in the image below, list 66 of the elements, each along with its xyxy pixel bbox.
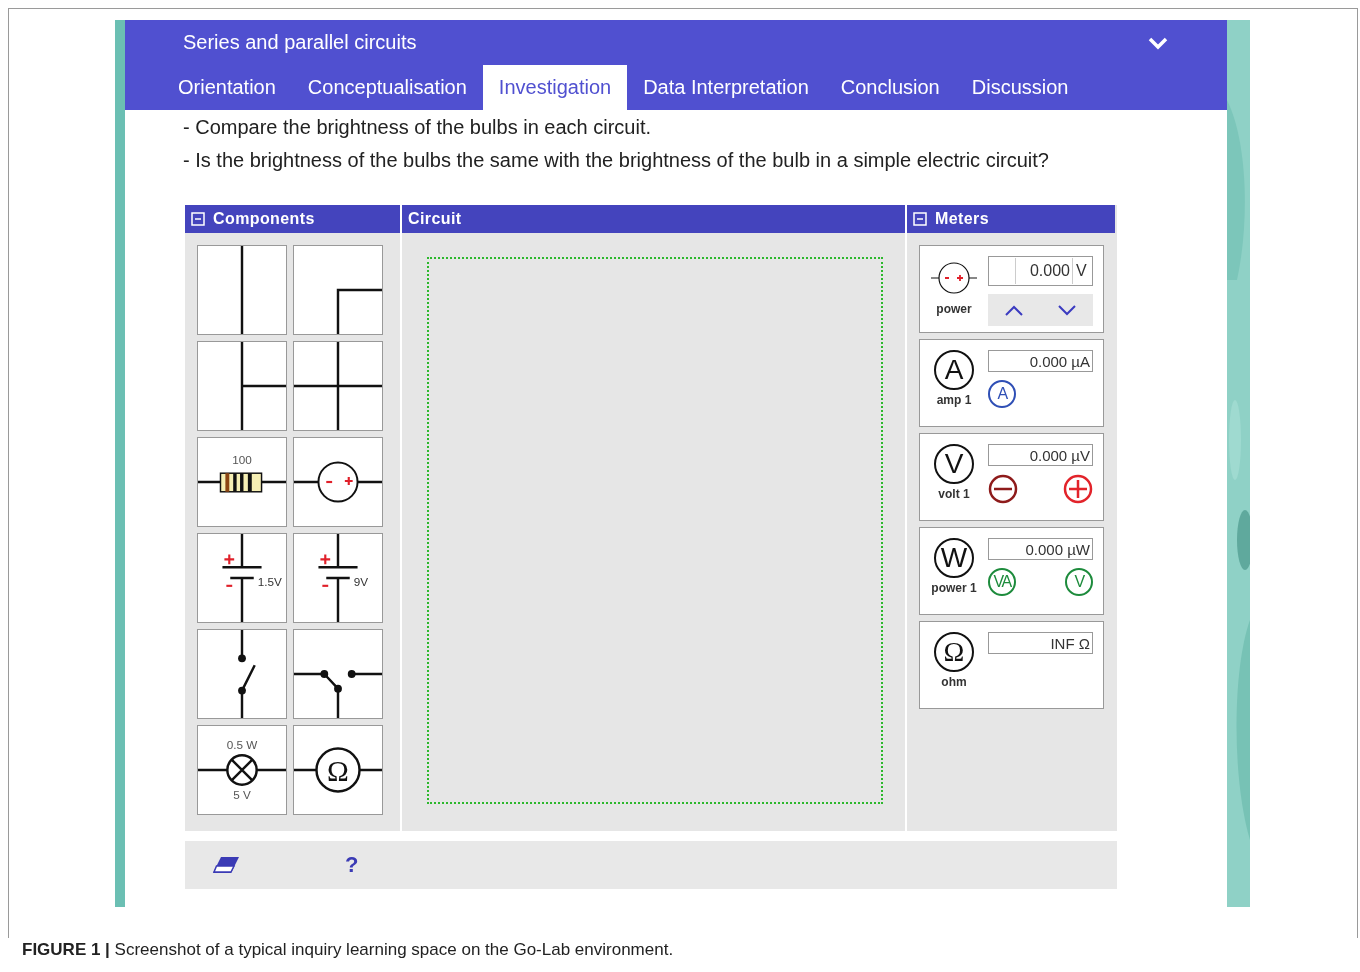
switch-icon bbox=[238, 630, 256, 718]
reading-field: 0.000 µW bbox=[988, 538, 1093, 560]
component-tile[interactable]: 0.5 W 5 V bbox=[197, 725, 287, 815]
meter-label: power 1 bbox=[931, 581, 977, 595]
instruction-text: - Is the brightness of the bulbs the same with the brightness of the bulb in a simple electric circuit? bbox=[183, 149, 1050, 172]
phase-tab[interactable]: Orientation bbox=[162, 65, 292, 110]
component-tile[interactable] bbox=[293, 437, 383, 527]
two-way-switch-icon bbox=[294, 670, 382, 718]
ohm-symbol: Ω bbox=[327, 754, 349, 787]
chevron-down-icon[interactable] bbox=[1147, 35, 1169, 50]
space-title: Series and parallel circuits bbox=[183, 31, 417, 54]
instruction-text: - Compare the brightness of the bulbs in each circuit. bbox=[183, 116, 653, 139]
wire-cross-icon bbox=[294, 342, 382, 430]
eraser-button[interactable] bbox=[212, 856, 240, 874]
meter-label: power bbox=[936, 302, 972, 316]
meter-label: ohm bbox=[941, 675, 967, 689]
reading-field: INF Ω bbox=[988, 632, 1093, 654]
meter-symbol: V bbox=[934, 444, 974, 484]
ohmmeter-icon bbox=[294, 747, 382, 793]
component-tile[interactable]: 100 bbox=[197, 437, 287, 527]
minus-circle-icon[interactable] bbox=[988, 474, 1018, 504]
plus-circle-icon[interactable] bbox=[1063, 474, 1093, 504]
component-tile[interactable] bbox=[293, 245, 383, 335]
wire-junction-icon bbox=[240, 342, 286, 430]
voltage-label: 1.5V bbox=[257, 574, 282, 588]
component-tile[interactable]: 1.5V bbox=[197, 533, 287, 623]
component-tile[interactable]: Ω bbox=[293, 725, 383, 815]
phase-tab[interactable]: Discussion bbox=[955, 65, 1085, 110]
meter-symbol: A bbox=[934, 350, 974, 390]
reading-field: 0.000 µV bbox=[988, 444, 1093, 466]
phase-tab[interactable]: Data Interpretation bbox=[627, 65, 825, 110]
resistance-label: 100 bbox=[232, 453, 252, 467]
component-tile[interactable] bbox=[293, 629, 383, 719]
collapse-icon[interactable] bbox=[191, 212, 205, 226]
panel-title: Circuit bbox=[408, 210, 462, 228]
probe-button[interactable]: V bbox=[1065, 568, 1093, 596]
voltage-label: 9V bbox=[353, 574, 368, 588]
figure-caption: FIGURE 1 | Screenshot of a typical inquiry learning space on the Go-Lab environment. bbox=[22, 940, 674, 960]
resistor-icon bbox=[198, 472, 286, 493]
power-source-icon bbox=[931, 262, 977, 294]
panel-title: Components bbox=[213, 210, 315, 228]
wire-corner-icon bbox=[336, 288, 382, 334]
component-tile[interactable] bbox=[197, 629, 287, 719]
help-button[interactable]: ? bbox=[345, 852, 359, 878]
meter-symbol: Ω bbox=[934, 632, 974, 672]
panel-title: Meters bbox=[935, 210, 989, 228]
probe-button[interactable]: A bbox=[988, 380, 1016, 408]
component-tile[interactable] bbox=[197, 245, 287, 335]
phase-tab[interactable]: Investigation bbox=[482, 65, 628, 110]
phase-tab[interactable]: Conclusion bbox=[824, 65, 956, 110]
phase-tab[interactable]: Conceptualisation bbox=[291, 65, 483, 110]
meter-label: amp 1 bbox=[936, 393, 972, 407]
component-tile[interactable] bbox=[197, 341, 287, 431]
wire-icon bbox=[240, 246, 244, 334]
bulb-icon bbox=[198, 754, 286, 786]
power-source-icon bbox=[294, 461, 382, 503]
power-rating-label: 0.5 W bbox=[226, 738, 258, 752]
meter-label: volt 1 bbox=[938, 487, 970, 501]
collapse-icon[interactable] bbox=[913, 212, 927, 226]
meter-symbol: W bbox=[934, 538, 974, 578]
component-tile[interactable] bbox=[293, 341, 383, 431]
voltage-field[interactable]: 0.000 V bbox=[988, 256, 1093, 286]
voltage-rating-label: 5 V bbox=[233, 788, 251, 802]
component-tile[interactable]: 9V bbox=[293, 533, 383, 623]
reading-field: 0.000 µA bbox=[988, 350, 1093, 372]
probe-button[interactable]: VA bbox=[988, 568, 1016, 596]
